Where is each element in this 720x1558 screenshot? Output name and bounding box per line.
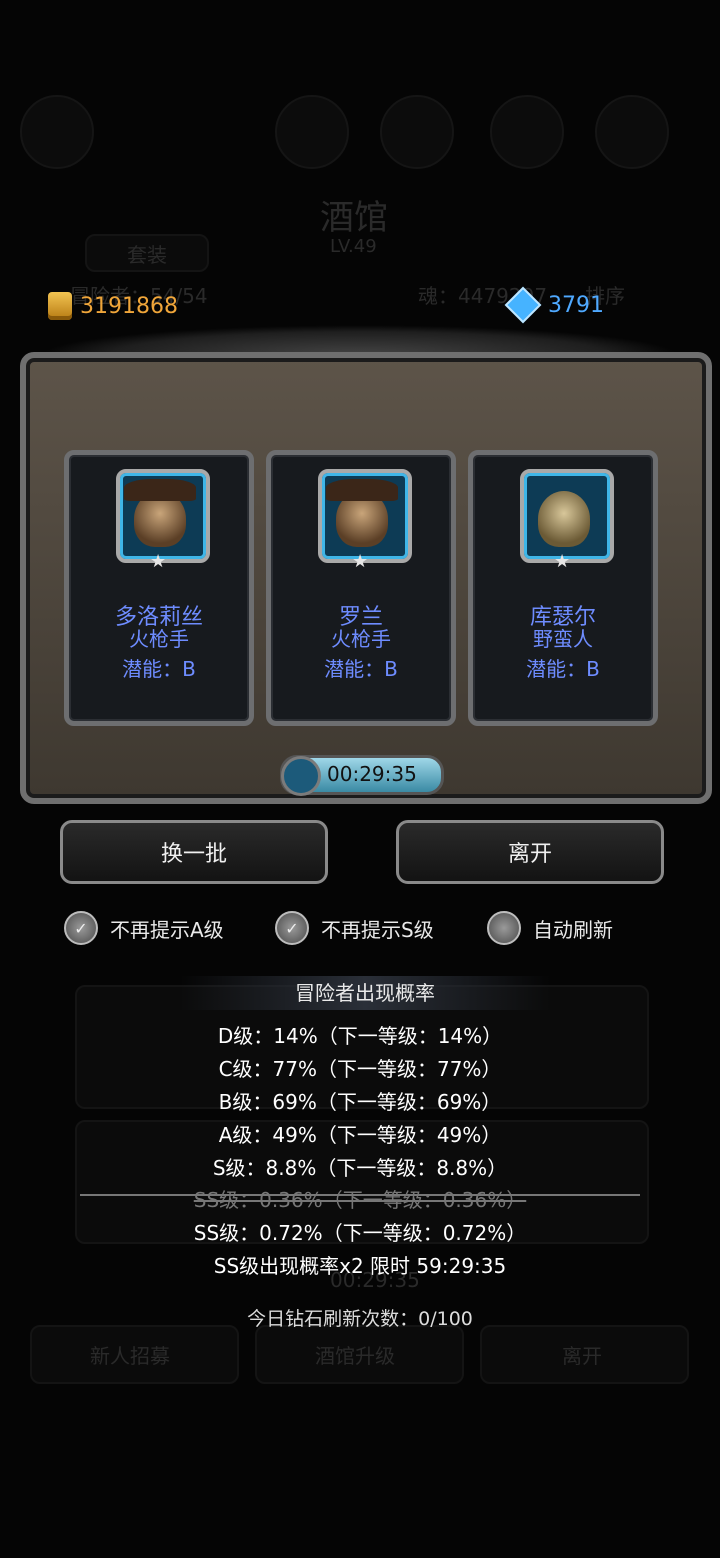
probability-line: A级：49%（下一等级：49%）	[218, 1123, 502, 1147]
bg-tab-label: 套装	[127, 243, 167, 267]
hero-class: 火枪手	[331, 627, 391, 651]
hero-potential: 潜能：B	[526, 657, 600, 681]
star-icon: ★	[352, 551, 369, 572]
bg-menu-icon	[275, 95, 349, 169]
probability-line: C级：77%（下一等级：77%）	[218, 1057, 502, 1081]
bg-button-label: 酒馆升级	[315, 1344, 395, 1368]
hero-class: 火枪手	[129, 627, 189, 651]
gem-counter: 3791	[504, 286, 604, 324]
probability-line: S级：8.8%（下一等级：8.8%）	[212, 1156, 508, 1180]
probability-bonus-line: SS级出现概率x2 限时 59:29:35	[213, 1254, 507, 1278]
leave-button[interactable]: 离开	[396, 820, 664, 884]
hero-potential: 潜能：B	[122, 657, 196, 681]
bg-menu-icon	[490, 95, 564, 169]
hero-potential: 潜能：B	[324, 657, 398, 681]
option-label: 自动刷新	[533, 917, 613, 942]
hero-portrait	[116, 469, 210, 563]
probability-title: 冒险者出现概率	[180, 976, 550, 1010]
star-icon: ★	[554, 551, 571, 572]
divider	[80, 1194, 640, 1196]
checkbox-unchecked-icon[interactable]	[487, 911, 521, 945]
hero-card[interactable]: ★ 罗兰 火枪手 潜能：B	[266, 450, 456, 726]
hero-portrait	[318, 469, 412, 563]
bg-button: 离开	[480, 1325, 689, 1384]
diamond-icon	[504, 286, 542, 324]
refresh-timer: 00:29:35	[280, 755, 444, 796]
gem-amount: 3791	[548, 292, 604, 318]
option-no-prompt-a[interactable]: ✓ 不再提示A级	[64, 911, 224, 945]
checkbox-checked-icon[interactable]: ✓	[64, 911, 98, 945]
bg-menu-icon	[20, 95, 94, 169]
bg-level: LV.49	[330, 236, 377, 257]
bg-menu-icon	[380, 95, 454, 169]
probability-line: B级：69%（下一等级：69%）	[218, 1090, 502, 1114]
probability-line-struck: SS级：0.36%（下一等级：0.36%）	[193, 1188, 527, 1212]
hero-class: 野蛮人	[533, 627, 593, 651]
bg-title: 酒馆	[320, 198, 388, 238]
bg-button-label: 新人招募	[90, 1344, 170, 1368]
option-auto-refresh[interactable]: 自动刷新	[487, 911, 613, 945]
hero-card[interactable]: ★ 库瑟尔 野蛮人 潜能：B	[468, 450, 658, 726]
bg-button: 新人招募	[30, 1325, 239, 1384]
star-icon: ★	[150, 551, 167, 572]
hero-card[interactable]: ★ 多洛莉丝 火枪手 潜能：B	[64, 450, 254, 726]
option-no-prompt-s[interactable]: ✓ 不再提示S级	[275, 911, 434, 945]
bg-button: 酒馆升级	[255, 1325, 464, 1384]
gold-amount: 3191868	[80, 293, 178, 319]
option-label: 不再提示A级	[110, 917, 224, 942]
hero-portrait	[520, 469, 614, 563]
bg-menu-icon	[595, 95, 669, 169]
probability-line: D级：14%（下一等级：14%）	[217, 1024, 503, 1048]
checkbox-checked-icon[interactable]: ✓	[275, 911, 309, 945]
diamond-refresh-count: 今日钻石刷新次数：0/100	[247, 1308, 473, 1330]
clock-icon	[281, 756, 321, 796]
bg-tab: 套装	[85, 234, 209, 272]
probability-ss-line: SS级：0.72%（下一等级：0.72%）	[193, 1221, 527, 1245]
timer-text: 00:29:35	[327, 762, 417, 786]
bg-button-label: 离开	[562, 1344, 602, 1368]
gold-coin-icon	[48, 292, 72, 320]
refresh-batch-button[interactable]: 换一批	[60, 820, 328, 884]
option-label: 不再提示S级	[321, 917, 434, 942]
gold-counter: 3191868	[48, 292, 178, 320]
